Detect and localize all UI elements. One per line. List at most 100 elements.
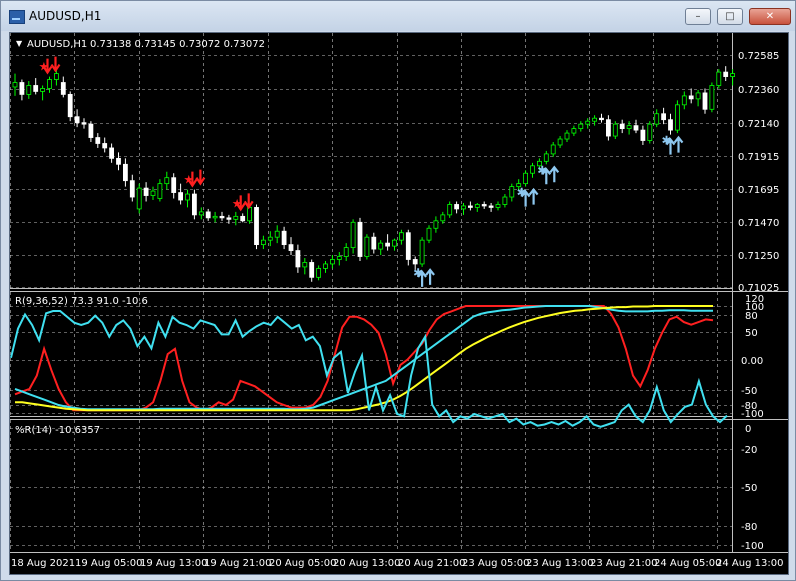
candle-body (350, 221, 356, 248)
chart-symbol-label: AUDUSD,H1 (27, 39, 87, 50)
maximize-button[interactable]: □ (717, 8, 743, 25)
candle-body (116, 157, 121, 165)
candle-body (281, 230, 287, 246)
candle-body (95, 137, 101, 144)
osc1-axis-label: 80 (745, 311, 758, 322)
candle-body (136, 187, 142, 210)
candle-body (626, 125, 632, 130)
candles-group (12, 66, 735, 282)
price-label: 0.71695 (738, 185, 779, 196)
time-label: 23 Aug 05:00 (462, 558, 529, 569)
time-label: 20 Aug 05:00 (269, 558, 336, 569)
price-axis: 0.72585 0.72360 0.72140 0.71915 0.71695 … (738, 51, 779, 294)
minimize-button[interactable]: – (685, 8, 711, 25)
candle-body (454, 204, 460, 210)
osc2-axis-label: -100 (741, 541, 764, 552)
price-label: 0.71915 (738, 152, 779, 163)
candle-body (371, 236, 377, 250)
candle-body (143, 187, 149, 196)
close-button[interactable]: ✕ (749, 8, 791, 25)
time-label: 20 Aug 13:00 (333, 558, 400, 569)
osc2-axis-label: -80 (741, 522, 757, 533)
candle-body (274, 230, 280, 238)
candle-body (129, 180, 135, 198)
candle-body (185, 193, 190, 201)
price-label: 0.72140 (738, 119, 779, 130)
candle-body (157, 183, 163, 199)
candle-body (730, 73, 735, 77)
candle-body (405, 232, 411, 260)
time-label: 20 Aug 21:00 (398, 558, 465, 569)
candle-body (205, 211, 211, 219)
candle-body (640, 129, 646, 141)
time-label: 19 Aug 05:00 (75, 558, 142, 569)
candle-body (364, 236, 370, 257)
candle-body (392, 239, 397, 247)
candle-body (309, 262, 315, 278)
candle-body (247, 207, 253, 222)
price-label: 0.71250 (738, 251, 779, 262)
candle-body (481, 204, 487, 207)
buy-star-icon: ✱ (413, 266, 423, 280)
candle-body (716, 71, 722, 86)
osc1-axis-label: 50 (745, 328, 758, 339)
candle-body (398, 232, 404, 241)
candle-body (343, 247, 349, 257)
terminal-chart-window: AUDUSD,H1 – □ ✕ ★ ★ ★ ✱ ✱ ✱ ✱ ▼ AUDUSD,H1 0.73… (0, 0, 796, 581)
candle-body (433, 220, 439, 229)
candle-body (467, 205, 473, 208)
candle-body (219, 215, 225, 219)
candle-body (495, 204, 501, 208)
osc1-series-line (14, 305, 713, 411)
candle-body (336, 256, 342, 260)
candle-body (26, 85, 32, 95)
candle-body (695, 92, 701, 100)
osc2-axis-label: 0 (745, 424, 751, 435)
candle-body (12, 82, 18, 88)
time-label: 19 Aug 13:00 (140, 558, 207, 569)
osc1-axis-label: -50 (741, 386, 757, 397)
candle-body (302, 262, 308, 268)
osc2-axis-label: -50 (741, 483, 757, 494)
osc1-axis-label: 0.00 (741, 356, 763, 367)
chart-ohlc-label: 0.73138 0.73145 0.73072 0.73072 (90, 39, 265, 50)
chart-collapse-icon[interactable]: ▼ (16, 39, 23, 48)
candle-body (88, 123, 94, 138)
chart-canvas[interactable]: ★ ★ ★ ✱ ✱ ✱ ✱ ▼ AUDUSD,H1 0.73138 0.73145 0.73… (9, 32, 789, 575)
candle-body (33, 85, 39, 92)
candle-body (723, 71, 729, 77)
candle-body (412, 259, 418, 265)
candle-body (585, 120, 591, 125)
candle-body (178, 192, 184, 201)
candle-body (191, 193, 197, 216)
candle-body (81, 122, 87, 125)
candle-body (254, 207, 259, 246)
time-axis: 18 Aug 2021 19 Aug 05:00 19 Aug 13:00 19… (11, 558, 783, 569)
candle-body (530, 165, 535, 174)
candle-body (502, 196, 508, 205)
sell-star-icon: ★ (39, 60, 50, 74)
price-chart-svg[interactable]: ★ ★ ★ ✱ ✱ ✱ ✱ ▼ AUDUSD,H1 0.73138 0.73145 0.73… (10, 33, 788, 574)
time-label: 23 Aug 21:00 (590, 558, 657, 569)
price-label: 0.71025 (738, 283, 779, 294)
candle-body (661, 113, 666, 121)
title-bar[interactable]: AUDUSD,H1 – □ ✕ (1, 1, 795, 31)
candle-body (488, 205, 494, 208)
candle-body (578, 123, 584, 130)
time-label: 24 Aug 05:00 (654, 558, 721, 569)
time-label: 23 Aug 13:00 (526, 558, 593, 569)
candle-body (419, 239, 425, 265)
candle-body (709, 85, 715, 110)
candle-body (19, 82, 25, 95)
candle-body (67, 94, 73, 118)
candle-body (571, 128, 577, 134)
candle-body (599, 117, 604, 121)
candle-body (509, 186, 515, 198)
candle-body (681, 95, 687, 106)
candle-body (316, 268, 322, 278)
candle-body (74, 116, 80, 124)
time-label: 18 Aug 2021 (11, 558, 75, 569)
candle-body (357, 221, 363, 257)
sell-star-icon: ★ (183, 173, 194, 187)
buy-star-icon: ✱ (517, 186, 527, 200)
